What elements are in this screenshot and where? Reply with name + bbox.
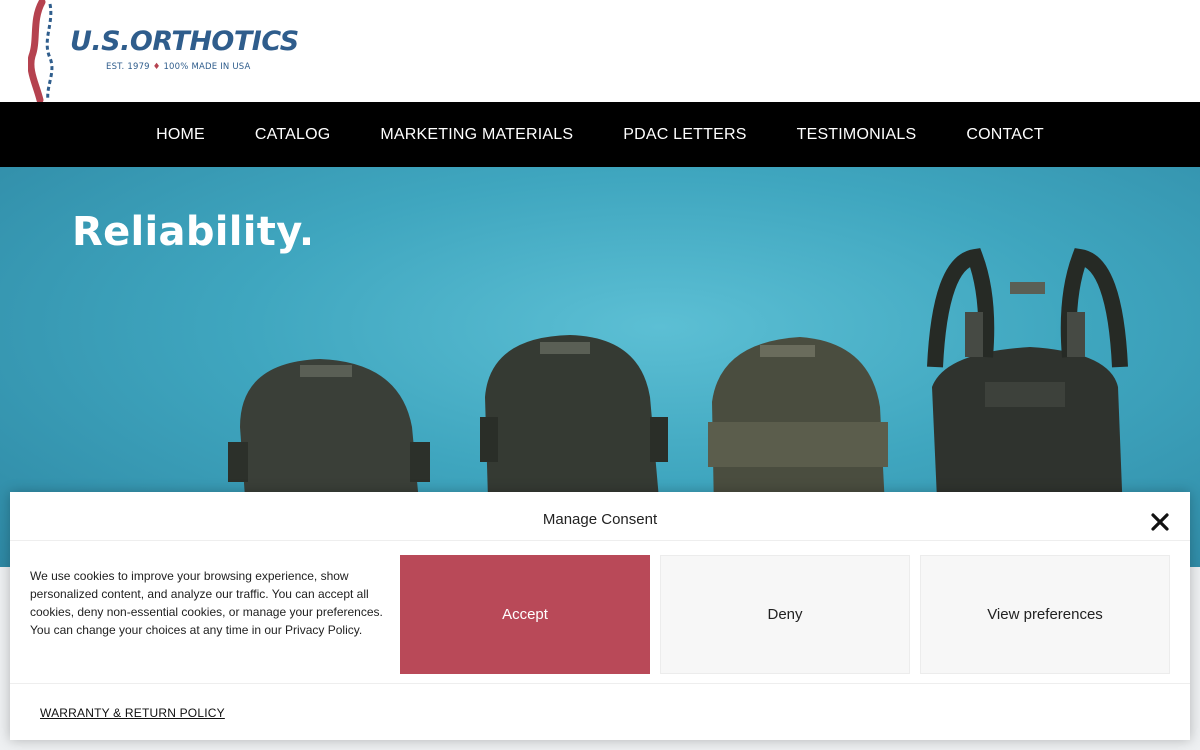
nav-home[interactable]: HOME [131, 126, 230, 144]
hero-title: Reliability. [72, 209, 315, 255]
accept-button[interactable]: Accept [400, 555, 650, 674]
consent-title: Manage Consent [542, 511, 658, 528]
tagline-made: 100% MADE IN USA [163, 62, 251, 72]
site-header: U.S.ORTHOTICS EST. 1979 ♦ 100% MADE IN U… [0, 0, 1200, 102]
warranty-return-policy-link[interactable]: WARRANTY & RETURN POLICY [40, 706, 225, 720]
cookie-consent-dialog: Manage Consent We use cookies to improve… [10, 492, 1190, 740]
nav-testimonials[interactable]: TESTIMONIALS [772, 126, 942, 144]
consent-message: We use cookies to improve your browsing … [30, 569, 383, 637]
spine-logo-icon [28, 0, 54, 102]
nav-contact[interactable]: CONTACT [941, 126, 1069, 144]
nav-marketing-materials[interactable]: MARKETING MATERIALS [355, 126, 598, 144]
close-icon[interactable] [1148, 510, 1172, 534]
view-preferences-button[interactable]: View preferences [920, 555, 1170, 674]
main-nav: HOME CATALOG MARKETING MATERIALS PDAC LE… [0, 102, 1200, 167]
site-logo[interactable]: U.S.ORTHOTICS EST. 1979 ♦ 100% MADE IN U… [28, 0, 299, 102]
nav-catalog[interactable]: CATALOG [230, 126, 356, 144]
logo-tagline: EST. 1979 ♦ 100% MADE IN USA [106, 62, 251, 72]
tagline-separator: ♦ [152, 62, 161, 72]
tagline-est: EST. 1979 [106, 62, 150, 72]
logo-wordmark: U.S.ORTHOTICS [70, 26, 299, 57]
consent-footer: WARRANTY & RETURN POLICY [10, 683, 1190, 740]
nav-pdac-letters[interactable]: PDAC LETTERS [598, 126, 771, 144]
consent-header: Manage Consent [10, 492, 1190, 541]
deny-button[interactable]: Deny [660, 555, 910, 674]
